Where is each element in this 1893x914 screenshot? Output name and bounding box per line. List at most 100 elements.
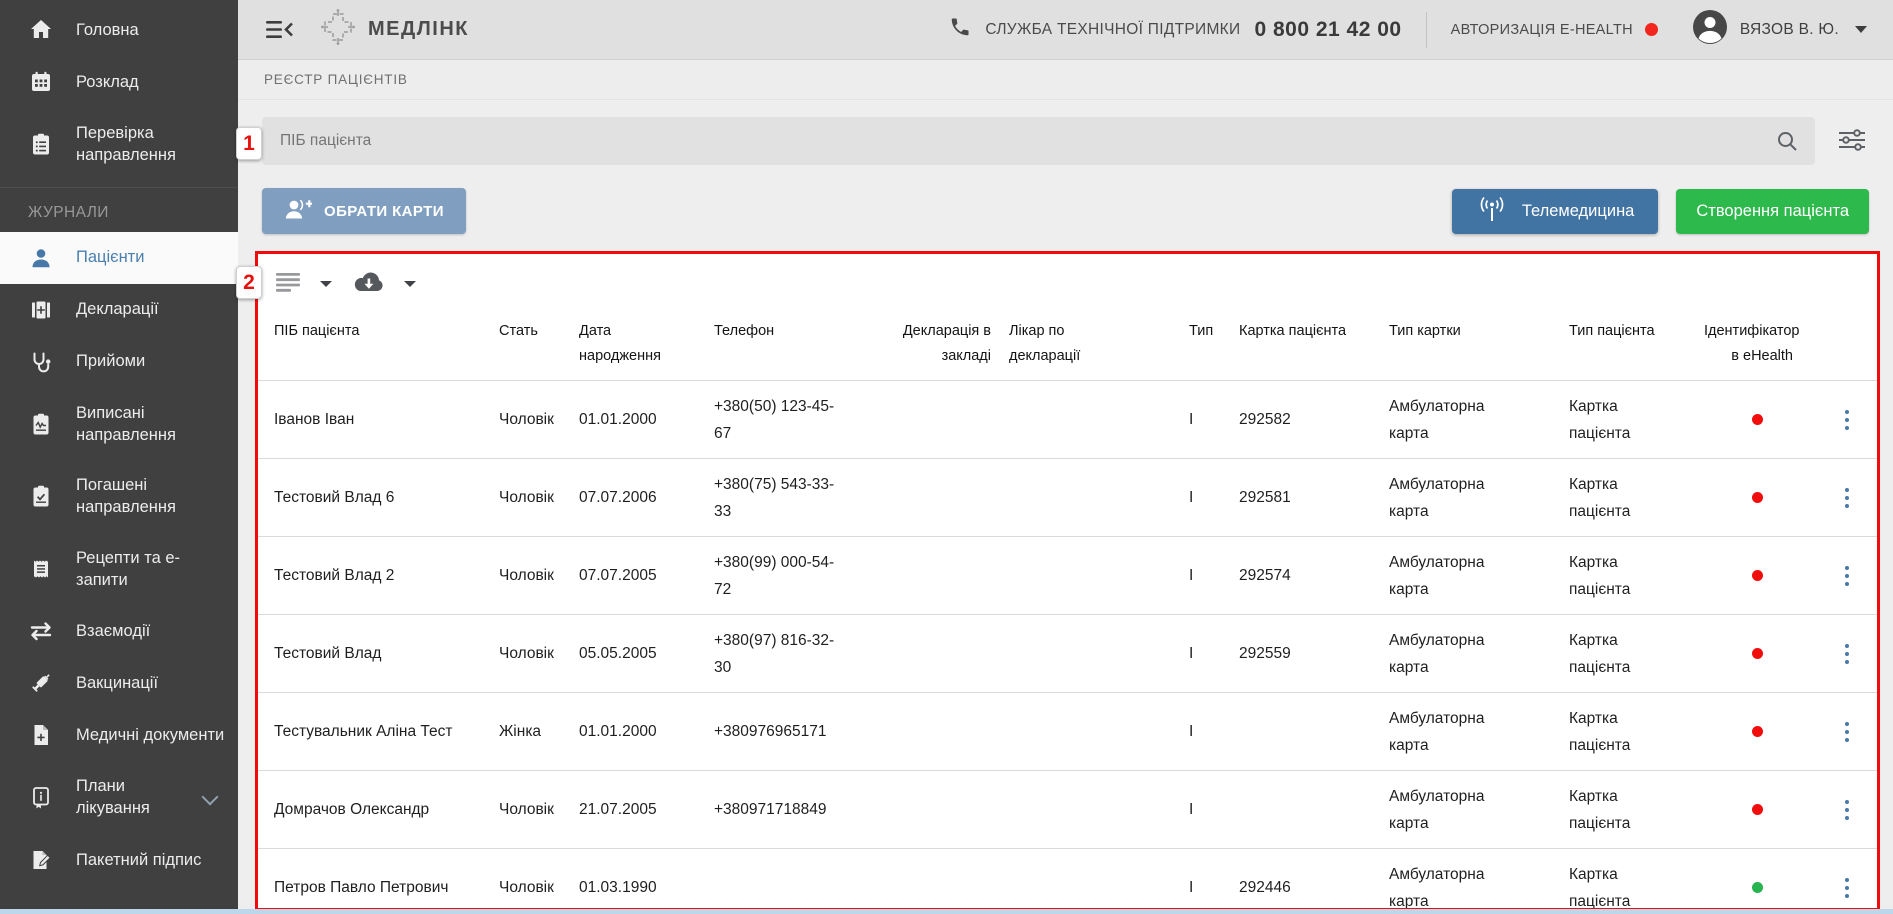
header-divider	[1426, 12, 1427, 48]
search-input[interactable]	[262, 117, 1815, 165]
sidebar-collapse-button[interactable]	[266, 19, 294, 41]
cell-birth-date: 07.07.2006	[579, 484, 714, 511]
column-header[interactable]: Стать	[499, 319, 579, 344]
sidebar-item-medical-documents[interactable]: Медичні документи	[0, 709, 238, 761]
search-icon[interactable]	[1775, 129, 1799, 158]
export-download-button[interactable]	[352, 270, 386, 297]
phone-icon	[949, 16, 971, 43]
sidebar-item-prescriptions[interactable]: Рецепти та е-запити	[0, 533, 238, 606]
table-row[interactable]: Домрачов Олександр Чоловік 21.07.2005 +3…	[258, 770, 1877, 848]
sidebar-item-interactions[interactable]: Взаємодії	[0, 605, 238, 657]
table-row[interactable]: Іванов Іван Чоловік 01.01.2000 +380(50) …	[258, 380, 1877, 458]
column-header[interactable]: Лікар по декларації	[1009, 319, 1109, 368]
row-actions-kebab-button[interactable]	[1839, 482, 1856, 515]
cell-patient-name: Тестовий Влад	[274, 640, 499, 667]
breadcrumb-bar: РЕЄСТР ПАЦІЄНТІВ	[238, 60, 1893, 100]
search-row	[262, 117, 1869, 165]
select-cards-button[interactable]: ОБРАТИ КАРТИ	[262, 188, 466, 234]
chevron-down-icon	[320, 281, 332, 287]
cell-type: І	[1189, 718, 1239, 745]
column-header[interactable]: Ідентифікатор в eHealth	[1704, 319, 1811, 368]
ehealth-status-dot	[1752, 414, 1763, 425]
cell-card-type: Амбулаторна карта	[1389, 471, 1507, 525]
table-row[interactable]: Тестовий Влад 6 Чоловік 07.07.2006 +380(…	[258, 458, 1877, 536]
sidebar-item-label: Виписані направлення	[76, 402, 230, 447]
sidebar-item-label: Взаємодії	[76, 620, 150, 642]
column-header[interactable]: Тип	[1189, 319, 1239, 344]
chevron-down-icon	[202, 789, 219, 806]
column-header[interactable]: Картка пацієнта	[1239, 319, 1389, 344]
sidebar-item-label: Пацієнти	[76, 246, 144, 268]
row-actions-kebab-button[interactable]	[1839, 560, 1856, 593]
row-density-dropdown[interactable]	[312, 281, 342, 287]
sidebar-item-label: Погашені направлення	[76, 474, 230, 519]
horizontal-scrollbar[interactable]	[0, 909, 1893, 914]
table-row[interactable]: Петров Павло Петрович Чоловік 01.03.1990…	[258, 848, 1877, 911]
user-menu[interactable]: ВЯЗОВ В. Ю.	[1692, 9, 1867, 50]
cell-type: І	[1189, 796, 1239, 823]
sidebar-item-redeemed-referrals[interactable]: Погашені направлення	[0, 460, 238, 533]
sidebar-item-batch-signature[interactable]: Пакетний підпис	[0, 834, 238, 886]
arrows-swap-icon	[28, 619, 54, 643]
row-actions-kebab-button[interactable]	[1839, 638, 1856, 671]
cell-patient-name: Тестовий Влад 6	[274, 484, 499, 511]
sidebar-item-issued-referrals[interactable]: Виписані направлення	[0, 388, 238, 461]
breadcrumb: РЕЄСТР ПАЦІЄНТІВ	[264, 72, 408, 87]
create-patient-button[interactable]: Створення пацієнта	[1676, 189, 1869, 234]
sidebar-item-label: Пакетний підпис	[76, 849, 201, 871]
sidebar-item-appointments[interactable]: Прийоми	[0, 336, 238, 388]
sidebar-item-vaccinations[interactable]: Вакцинації	[0, 657, 238, 709]
column-header[interactable]: Дата народження	[579, 319, 679, 368]
sidebar-item-treatment-plans[interactable]: Плани лікування	[0, 761, 238, 834]
search-box	[262, 117, 1815, 165]
sidebar-item-label: Рецепти та е-запити	[76, 547, 230, 592]
row-actions-kebab-button[interactable]	[1839, 872, 1856, 905]
sidebar-item-schedule[interactable]: Розклад	[0, 56, 238, 108]
cell-card-type: Амбулаторна карта	[1389, 783, 1507, 837]
column-header[interactable]: Телефон	[714, 319, 899, 344]
annotation-marker-1: 1	[236, 127, 262, 160]
cell-patient-type: Картка пацієнта	[1569, 783, 1659, 837]
table-row[interactable]: Тестовий Влад Чоловік 05.05.2005 +380(97…	[258, 614, 1877, 692]
sidebar-item-home[interactable]: Головна	[0, 4, 238, 56]
sidebar-item-declarations[interactable]: Декларації	[0, 284, 238, 336]
sidebar-item-label: Розклад	[76, 71, 139, 93]
column-header[interactable]: Тип пацієнта	[1569, 319, 1704, 344]
actions-row: ОБРАТИ КАРТИ Телемедицина Створення паці…	[262, 188, 1869, 234]
cell-gender: Чоловік	[499, 796, 579, 823]
sidebar-item-referral-check[interactable]: Перевірка направлення	[0, 108, 238, 181]
ehealth-authorization[interactable]: АВТОРИЗАЦІЯ E-HEALTH	[1451, 22, 1658, 38]
cell-gender: Жінка	[499, 718, 579, 745]
telemedicine-label: Телемедицина	[1522, 202, 1635, 221]
sidebar-item-label: Медичні документи	[76, 724, 224, 746]
cell-patient-name: Петров Павло Петрович	[274, 874, 499, 901]
annotated-table-region: ПІБ пацієнта Стать Дата народження Телеф…	[255, 251, 1880, 911]
table-header: ПІБ пацієнта Стать Дата народження Телеф…	[258, 305, 1877, 380]
cloud-download-icon	[352, 270, 386, 297]
cell-patient-type: Картка пацієнта	[1569, 471, 1659, 525]
lines-icon	[276, 272, 302, 295]
column-header[interactable]: Декларація в закладі	[899, 319, 1009, 368]
cell-card-number: 292582	[1239, 406, 1389, 433]
column-header[interactable]: ПІБ пацієнта	[274, 319, 499, 344]
filter-sliders-icon	[1837, 127, 1867, 156]
sidebar-item-patients[interactable]: Пацієнти	[0, 232, 238, 284]
filter-button[interactable]	[1837, 127, 1867, 156]
declaration-book-icon	[28, 298, 54, 322]
telemedicine-button[interactable]: Телемедицина	[1452, 189, 1659, 234]
cell-card-type: Амбулаторна карта	[1389, 861, 1507, 911]
row-actions-kebab-button[interactable]	[1839, 404, 1856, 437]
export-dropdown[interactable]	[396, 281, 426, 287]
row-actions-kebab-button[interactable]	[1839, 794, 1856, 827]
row-density-button[interactable]	[276, 272, 302, 295]
column-header[interactable]: Тип картки	[1389, 319, 1569, 344]
table-row[interactable]: Тестувальник Аліна Тест Жінка 01.01.2000…	[258, 692, 1877, 770]
row-actions-kebab-button[interactable]	[1839, 716, 1856, 749]
cell-type: І	[1189, 484, 1239, 511]
cell-gender: Чоловік	[499, 406, 579, 433]
support-phone-number: 0 800 21 42 00	[1254, 18, 1401, 42]
sidebar-item-label: Перевірка направлення	[76, 122, 230, 167]
table-row[interactable]: Тестовий Влад 2 Чоловік 07.07.2005 +380(…	[258, 536, 1877, 614]
receipt-icon	[28, 557, 54, 581]
sidebar-item-label: Плани лікування	[76, 775, 182, 820]
